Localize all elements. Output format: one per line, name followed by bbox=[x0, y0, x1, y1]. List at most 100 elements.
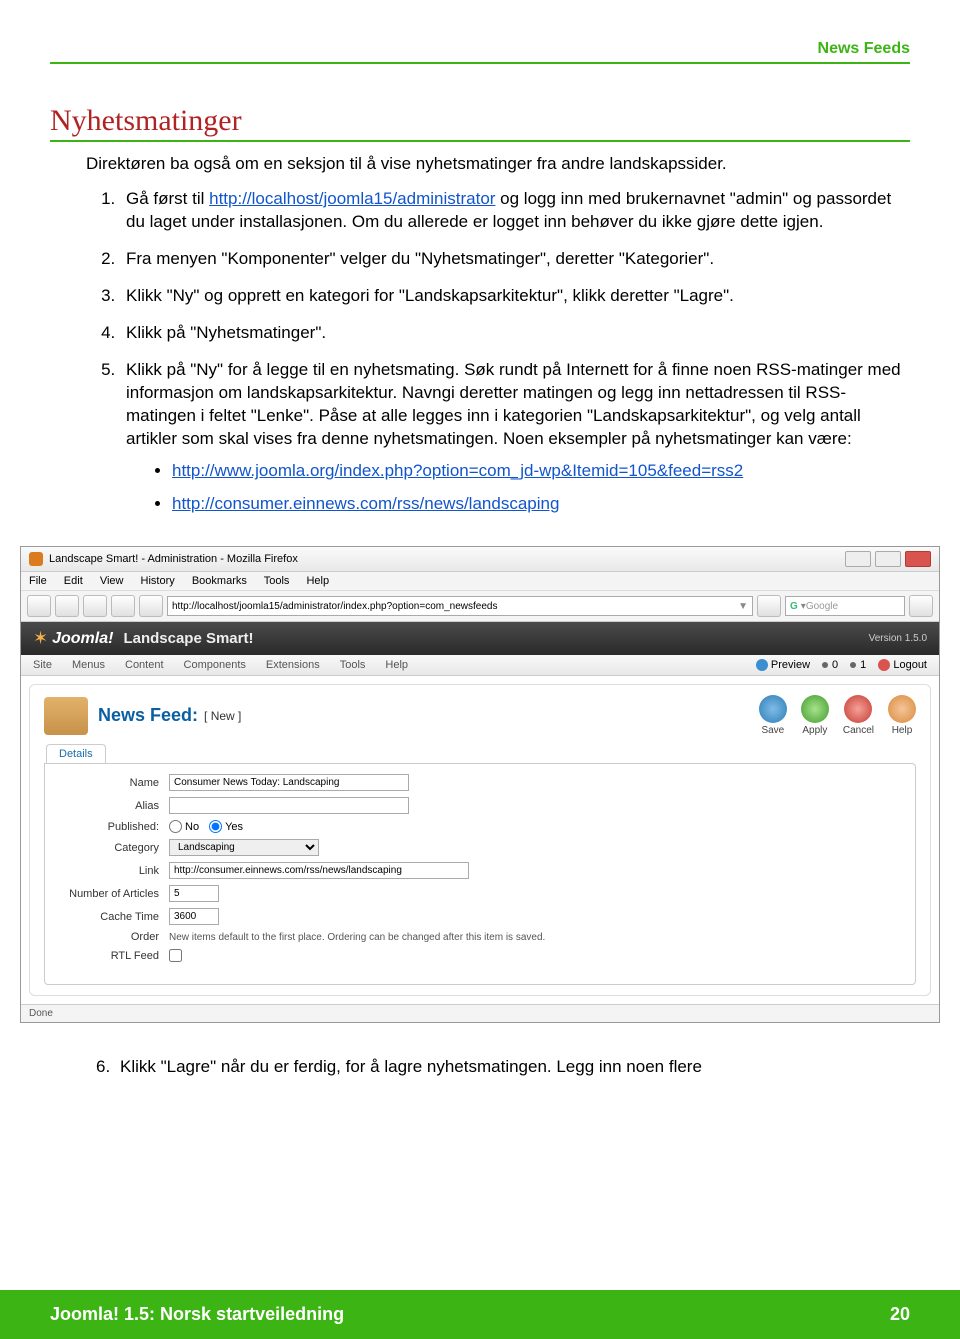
published-no-text: No bbox=[185, 821, 199, 833]
published-no-radio[interactable] bbox=[169, 820, 182, 833]
step-3: Klikk "Ny" og opprett en kategori for "L… bbox=[120, 285, 910, 308]
logout-link[interactable]: Logout bbox=[878, 659, 927, 671]
published-yes-radio[interactable] bbox=[209, 820, 222, 833]
alias-input[interactable] bbox=[169, 797, 409, 814]
panel-subtitle: [ New ] bbox=[204, 709, 241, 723]
toolbar: Save Apply Cancel Help bbox=[759, 695, 916, 736]
save-button[interactable]: Save bbox=[759, 695, 787, 736]
reload-button[interactable] bbox=[83, 595, 107, 617]
steps-list: Gå først til http://localhost/joomla15/a… bbox=[120, 188, 910, 516]
step-6-text: Klikk "Lagre" når du er ferdig, for å la… bbox=[120, 1057, 702, 1076]
numart-input[interactable] bbox=[169, 885, 219, 902]
page-footer: Joomla! 1.5: Norsk startveiledning 20 bbox=[0, 1290, 960, 1339]
apply-icon bbox=[801, 695, 829, 723]
menu-history[interactable]: History bbox=[141, 575, 175, 587]
menu-file[interactable]: File bbox=[29, 575, 47, 587]
title-underline bbox=[50, 140, 910, 142]
category-select[interactable]: Landscaping bbox=[169, 839, 319, 856]
newsfeed-icon bbox=[44, 697, 88, 735]
footer-title: Joomla! 1.5: Norsk startveiledning bbox=[50, 1304, 344, 1325]
status-bar: Done bbox=[21, 1004, 939, 1022]
titlebar: Landscape Smart! - Administration - Mozi… bbox=[21, 547, 939, 572]
page-title: Nyhetsmatinger bbox=[50, 104, 910, 138]
name-label: Name bbox=[59, 777, 169, 789]
menu-view[interactable]: View bbox=[100, 575, 124, 587]
apply-button[interactable]: Apply bbox=[801, 695, 829, 736]
home-button[interactable] bbox=[139, 595, 163, 617]
stop-button[interactable] bbox=[111, 595, 135, 617]
minimize-button[interactable] bbox=[845, 551, 871, 567]
back-button[interactable] bbox=[27, 595, 51, 617]
example-link-2[interactable]: http://consumer.einnews.com/rss/news/lan… bbox=[172, 494, 559, 513]
example-links: http://www.joomla.org/index.php?option=c… bbox=[172, 460, 910, 516]
url-text: http://localhost/joomla15/administrator/… bbox=[172, 601, 497, 612]
window-title: Landscape Smart! - Administration - Mozi… bbox=[49, 553, 845, 565]
jmenu-content[interactable]: Content bbox=[125, 659, 164, 671]
forward-button[interactable] bbox=[55, 595, 79, 617]
help-icon bbox=[888, 695, 916, 723]
address-bar-row: http://localhost/joomla15/administrator/… bbox=[21, 591, 939, 622]
preview-icon bbox=[756, 659, 768, 671]
help-button[interactable]: Help bbox=[888, 695, 916, 736]
example-link-1[interactable]: http://www.joomla.org/index.php?option=c… bbox=[172, 461, 743, 480]
window-buttons bbox=[845, 551, 931, 567]
menu-help[interactable]: Help bbox=[306, 575, 329, 587]
users-indicator[interactable]: 1 bbox=[850, 659, 866, 671]
search-go-button[interactable] bbox=[909, 595, 933, 617]
step-1: Gå først til http://localhost/joomla15/a… bbox=[120, 188, 910, 234]
example-link-1-item: http://www.joomla.org/index.php?option=c… bbox=[172, 460, 910, 483]
firefox-window: Landscape Smart! - Administration - Mozi… bbox=[20, 546, 940, 1023]
form-area: Name Alias Published: No Yes CategoryLan… bbox=[44, 763, 916, 985]
numart-label: Number of Articles bbox=[59, 888, 169, 900]
order-label: Order bbox=[59, 931, 169, 943]
menu-bookmarks[interactable]: Bookmarks bbox=[192, 575, 247, 587]
tab-details[interactable]: Details bbox=[46, 744, 106, 763]
close-button[interactable] bbox=[905, 551, 931, 567]
panel-header: News Feed: [ New ] Save Apply Cancel Hel… bbox=[44, 695, 916, 736]
search-input[interactable]: G▾ Google bbox=[785, 596, 905, 616]
mail-icon bbox=[822, 662, 828, 668]
header-tag: News Feeds bbox=[50, 40, 910, 58]
jmenu-components[interactable]: Components bbox=[184, 659, 246, 671]
step-6-num: 6. bbox=[96, 1057, 120, 1077]
rtl-checkbox[interactable] bbox=[169, 949, 182, 962]
maximize-button[interactable] bbox=[875, 551, 901, 567]
example-link-2-item: http://consumer.einnews.com/rss/news/lan… bbox=[172, 493, 910, 516]
jmenu-menus[interactable]: Menus bbox=[72, 659, 105, 671]
firefox-icon bbox=[29, 552, 43, 566]
joomla-version: Version 1.5.0 bbox=[869, 633, 927, 644]
step-1-text-a: Gå først til bbox=[126, 189, 209, 208]
firefox-menubar: File Edit View History Bookmarks Tools H… bbox=[21, 572, 939, 591]
menu-edit[interactable]: Edit bbox=[64, 575, 83, 587]
published-label: Published: bbox=[59, 821, 169, 833]
preview-link[interactable]: Preview bbox=[756, 659, 810, 671]
alias-label: Alias bbox=[59, 800, 169, 812]
joomla-header: ✶ Joomla! Landscape Smart! Version 1.5.0 bbox=[21, 622, 939, 655]
search-placeholder: Google bbox=[806, 601, 838, 612]
jmenu-tools[interactable]: Tools bbox=[340, 659, 366, 671]
step-1-link[interactable]: http://localhost/joomla15/administrator bbox=[209, 189, 495, 208]
user-icon bbox=[850, 662, 856, 668]
cancel-icon bbox=[844, 695, 872, 723]
site-name: Landscape Smart! bbox=[123, 630, 253, 647]
link-label: Link bbox=[59, 865, 169, 877]
address-input[interactable]: http://localhost/joomla15/administrator/… bbox=[167, 596, 753, 616]
panel: News Feed: [ New ] Save Apply Cancel Hel… bbox=[29, 684, 931, 996]
content-area: News Feed: [ New ] Save Apply Cancel Hel… bbox=[21, 676, 939, 1004]
cache-input[interactable] bbox=[169, 908, 219, 925]
cancel-button[interactable]: Cancel bbox=[843, 695, 874, 736]
name-input[interactable] bbox=[169, 774, 409, 791]
order-text: New items default to the first place. Or… bbox=[169, 932, 545, 943]
joomla-menubar: Site Menus Content Components Extensions… bbox=[21, 655, 939, 676]
jmenu-extensions[interactable]: Extensions bbox=[266, 659, 320, 671]
jmenu-help[interactable]: Help bbox=[385, 659, 408, 671]
published-yes-text: Yes bbox=[225, 821, 243, 833]
messages-indicator[interactable]: 0 bbox=[822, 659, 838, 671]
jmenu-site[interactable]: Site bbox=[33, 659, 52, 671]
save-icon bbox=[759, 695, 787, 723]
menu-tools[interactable]: Tools bbox=[264, 575, 290, 587]
go-button[interactable] bbox=[757, 595, 781, 617]
step-6: 6.Klikk "Lagre" når du er ferdig, for å … bbox=[96, 1057, 910, 1077]
logout-icon bbox=[878, 659, 890, 671]
link-input[interactable] bbox=[169, 862, 469, 879]
